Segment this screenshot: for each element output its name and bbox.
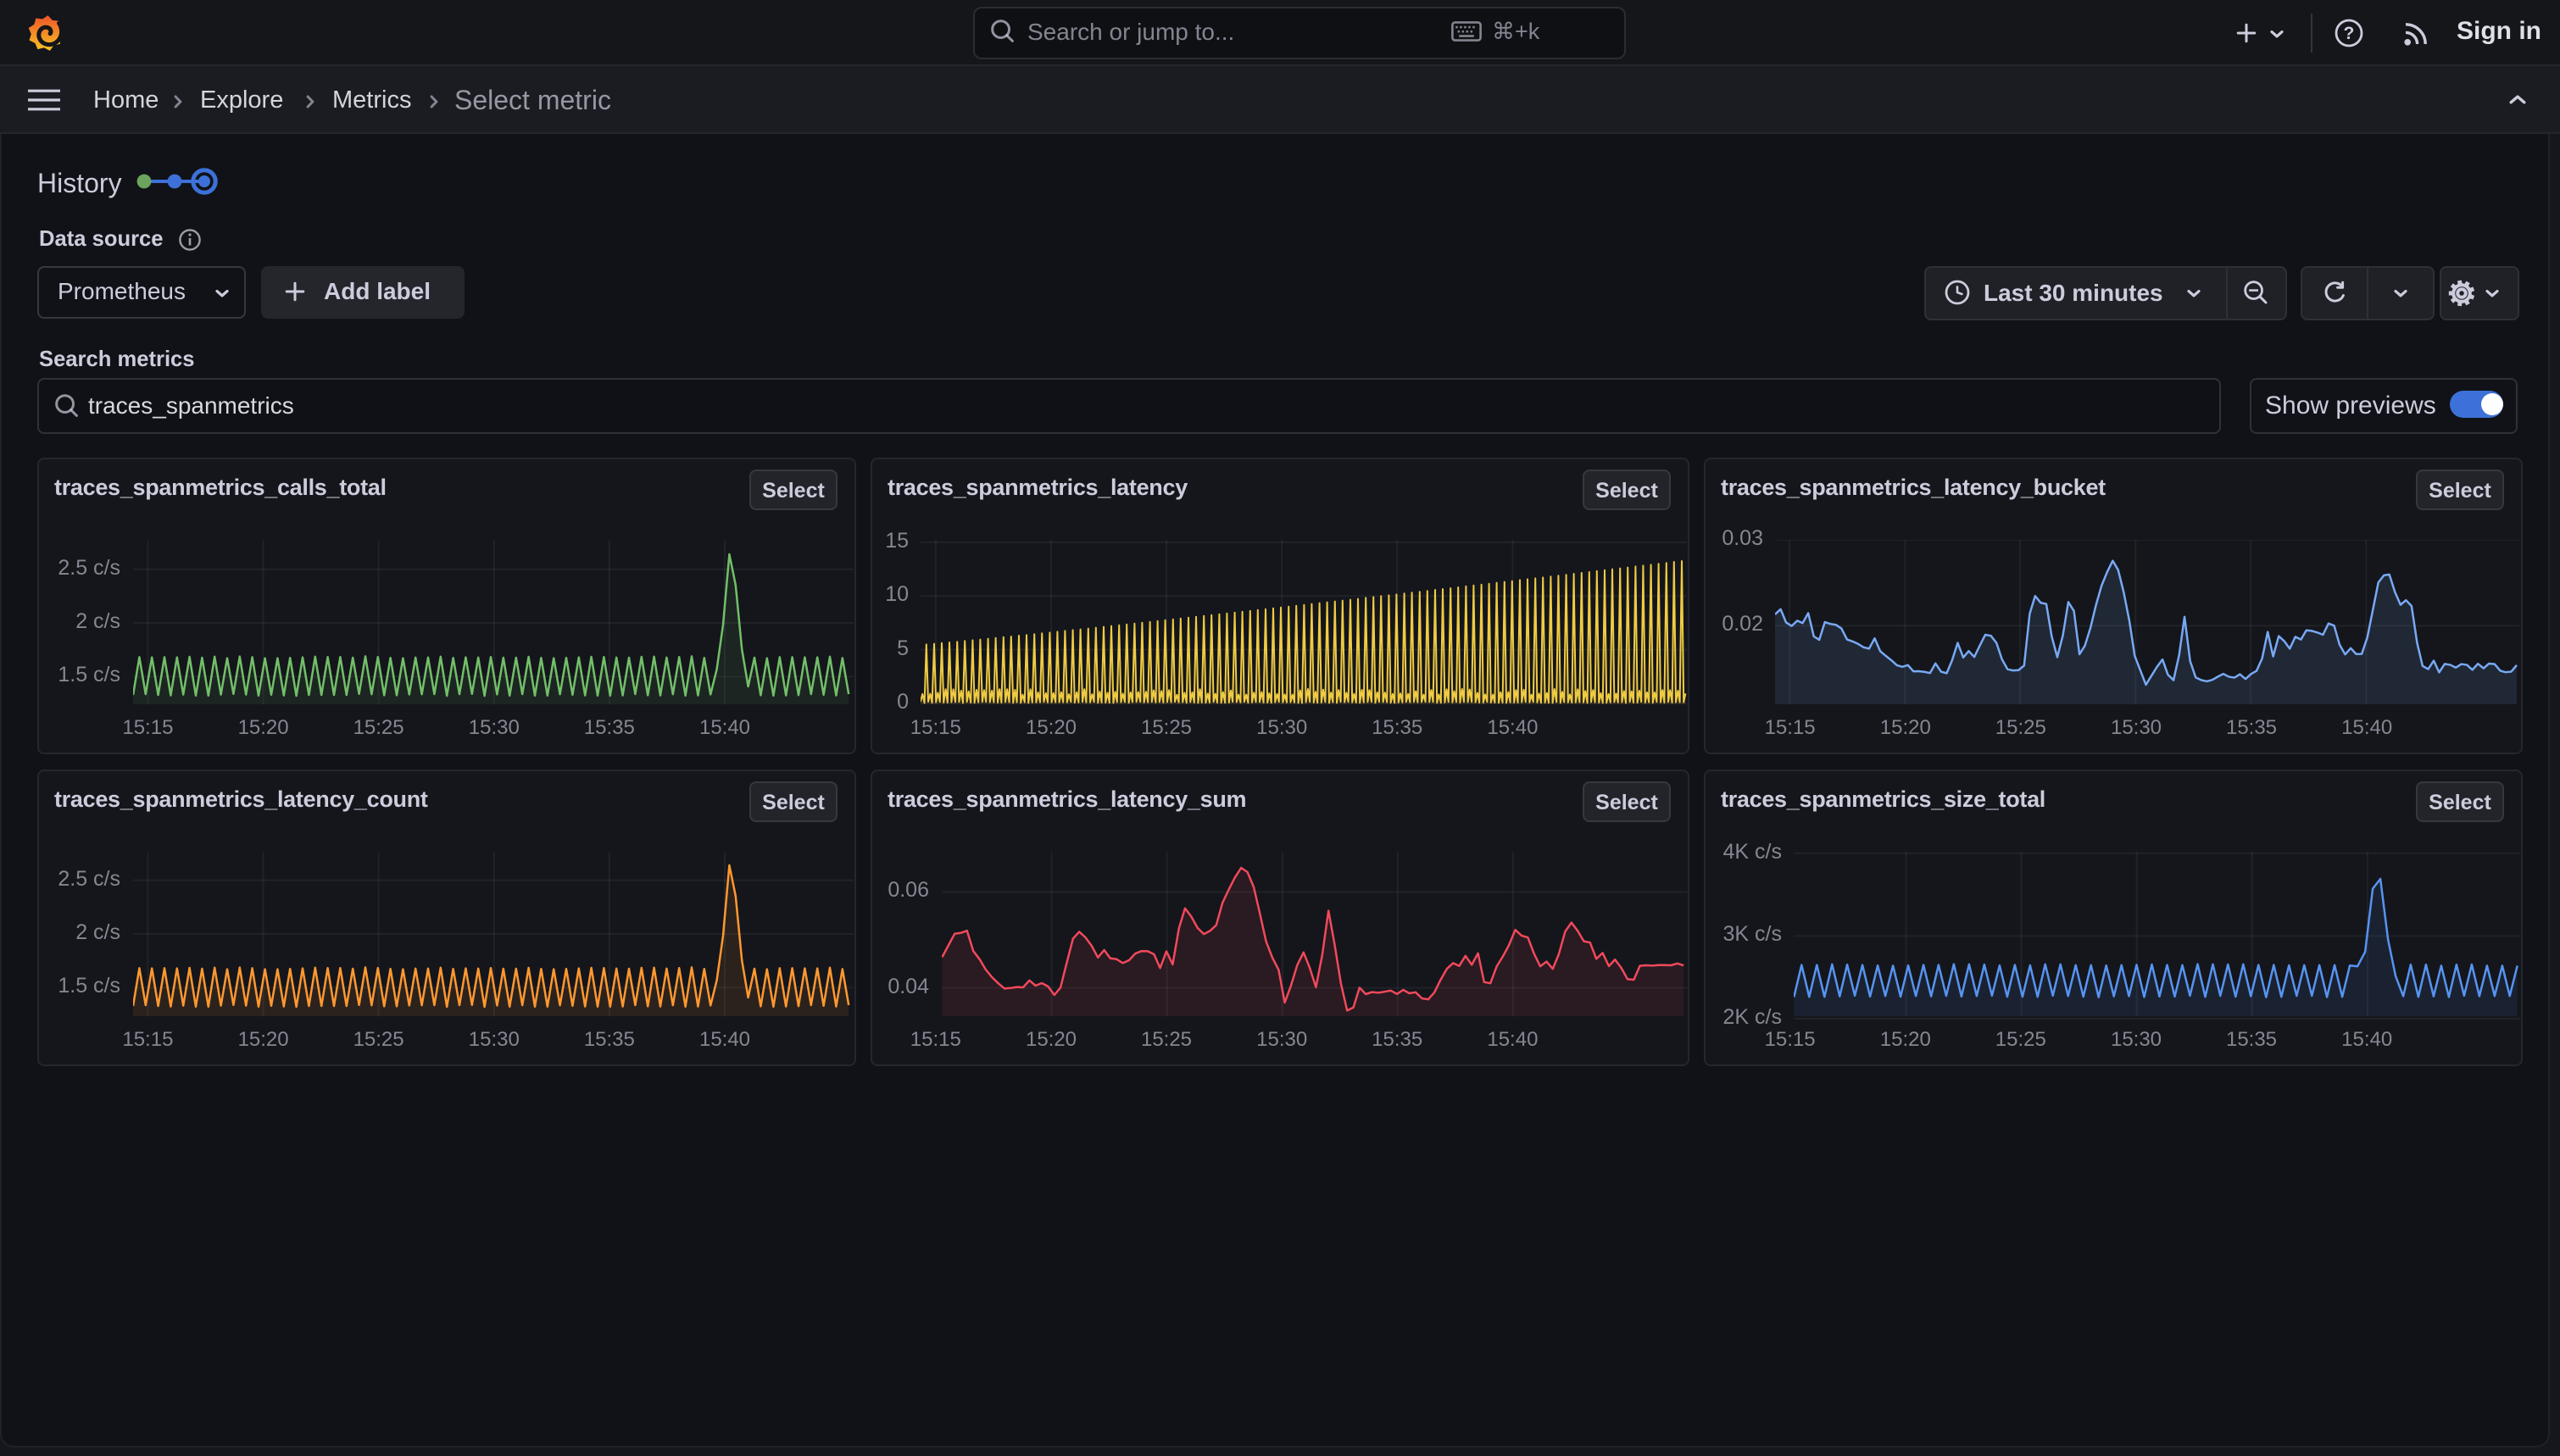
svg-text:?: ? — [2344, 24, 2355, 43]
